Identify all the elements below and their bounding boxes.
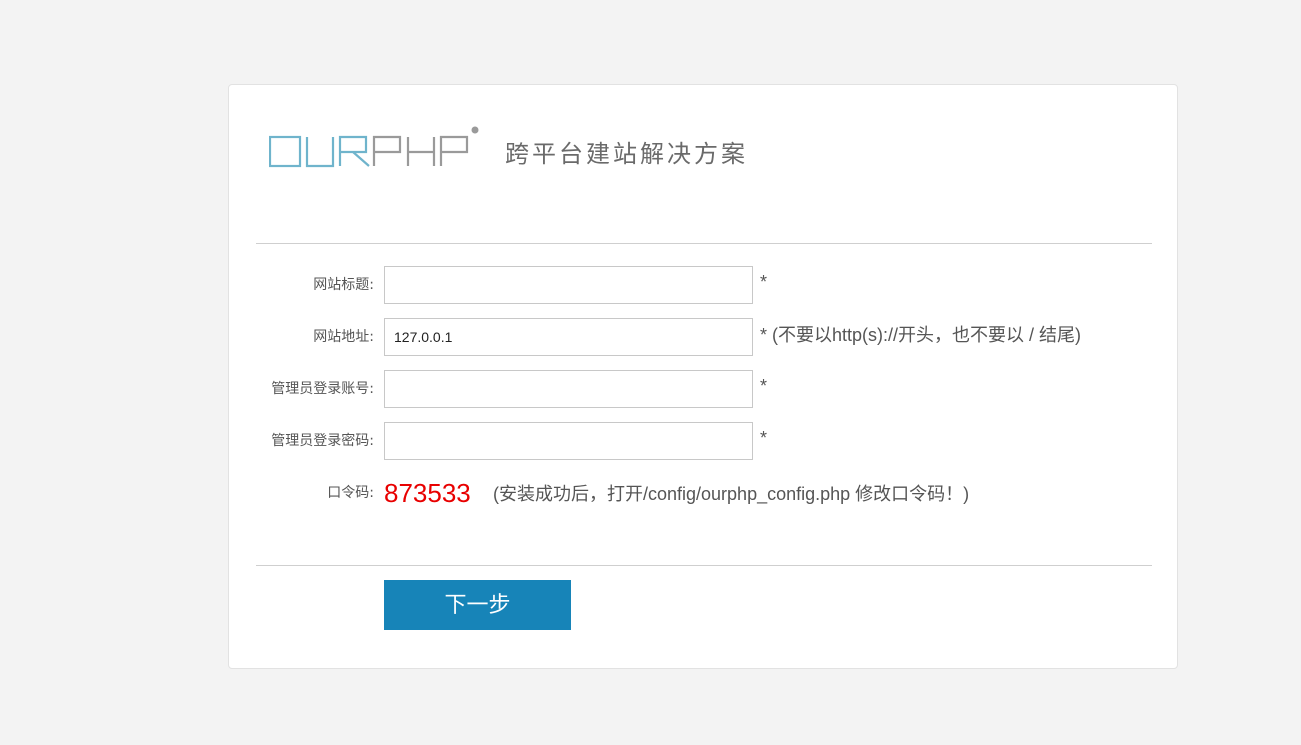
ourphp-logo — [269, 126, 479, 168]
logo-letter-h — [406, 137, 436, 166]
site-url-input[interactable] — [384, 318, 753, 356]
site-url-label: 网站地址: — [313, 329, 374, 345]
site-title-row: 网站标题: * — [229, 266, 1179, 304]
logo-letter-p1 — [372, 135, 402, 166]
registered-mark-icon — [471, 126, 479, 134]
passcode-value: 873533 — [384, 478, 471, 508]
admin-password-required-mark: * — [760, 428, 768, 448]
passcode-note: (安装成功后，打开/config/ourphp_config.php 修改口令码… — [493, 484, 970, 504]
install-panel: 跨平台建站解决方案 网站标题: * 网站地址: * (不要以http(s)://… — [228, 84, 1178, 669]
site-url-hint: * (不要以http(s)://开头，也不要以 / 结尾) — [760, 325, 1082, 345]
admin-account-input[interactable] — [384, 370, 753, 408]
logo-letter-p2 — [439, 135, 469, 166]
site-title-label: 网站标题: — [313, 277, 374, 293]
site-title-required-mark: * — [760, 272, 768, 292]
admin-account-required-mark: * — [760, 376, 768, 396]
top-divider — [256, 243, 1152, 244]
logo-letter-o — [269, 135, 302, 168]
admin-account-row: 管理员登录账号: * — [229, 370, 1179, 408]
logo-letter-r — [338, 135, 370, 167]
site-title-input[interactable] — [384, 266, 753, 304]
next-step-button[interactable]: 下一步 — [384, 580, 571, 630]
bottom-divider — [256, 565, 1152, 566]
passcode-label: 口令码: — [327, 485, 374, 501]
passcode-row: 口令码: 873533 (安装成功后，打开/config/ourphp_conf… — [229, 474, 1179, 512]
site-url-row: 网站地址: * (不要以http(s)://开头，也不要以 / 结尾) — [229, 318, 1179, 356]
admin-password-row: 管理员登录密码: * — [229, 422, 1179, 460]
admin-password-input[interactable] — [384, 422, 753, 460]
admin-account-label: 管理员登录账号: — [271, 381, 374, 397]
logo-slogan: 跨平台建站解决方案 — [505, 140, 748, 168]
admin-password-label: 管理员登录密码: — [271, 433, 374, 449]
logo-letter-u — [305, 137, 335, 168]
